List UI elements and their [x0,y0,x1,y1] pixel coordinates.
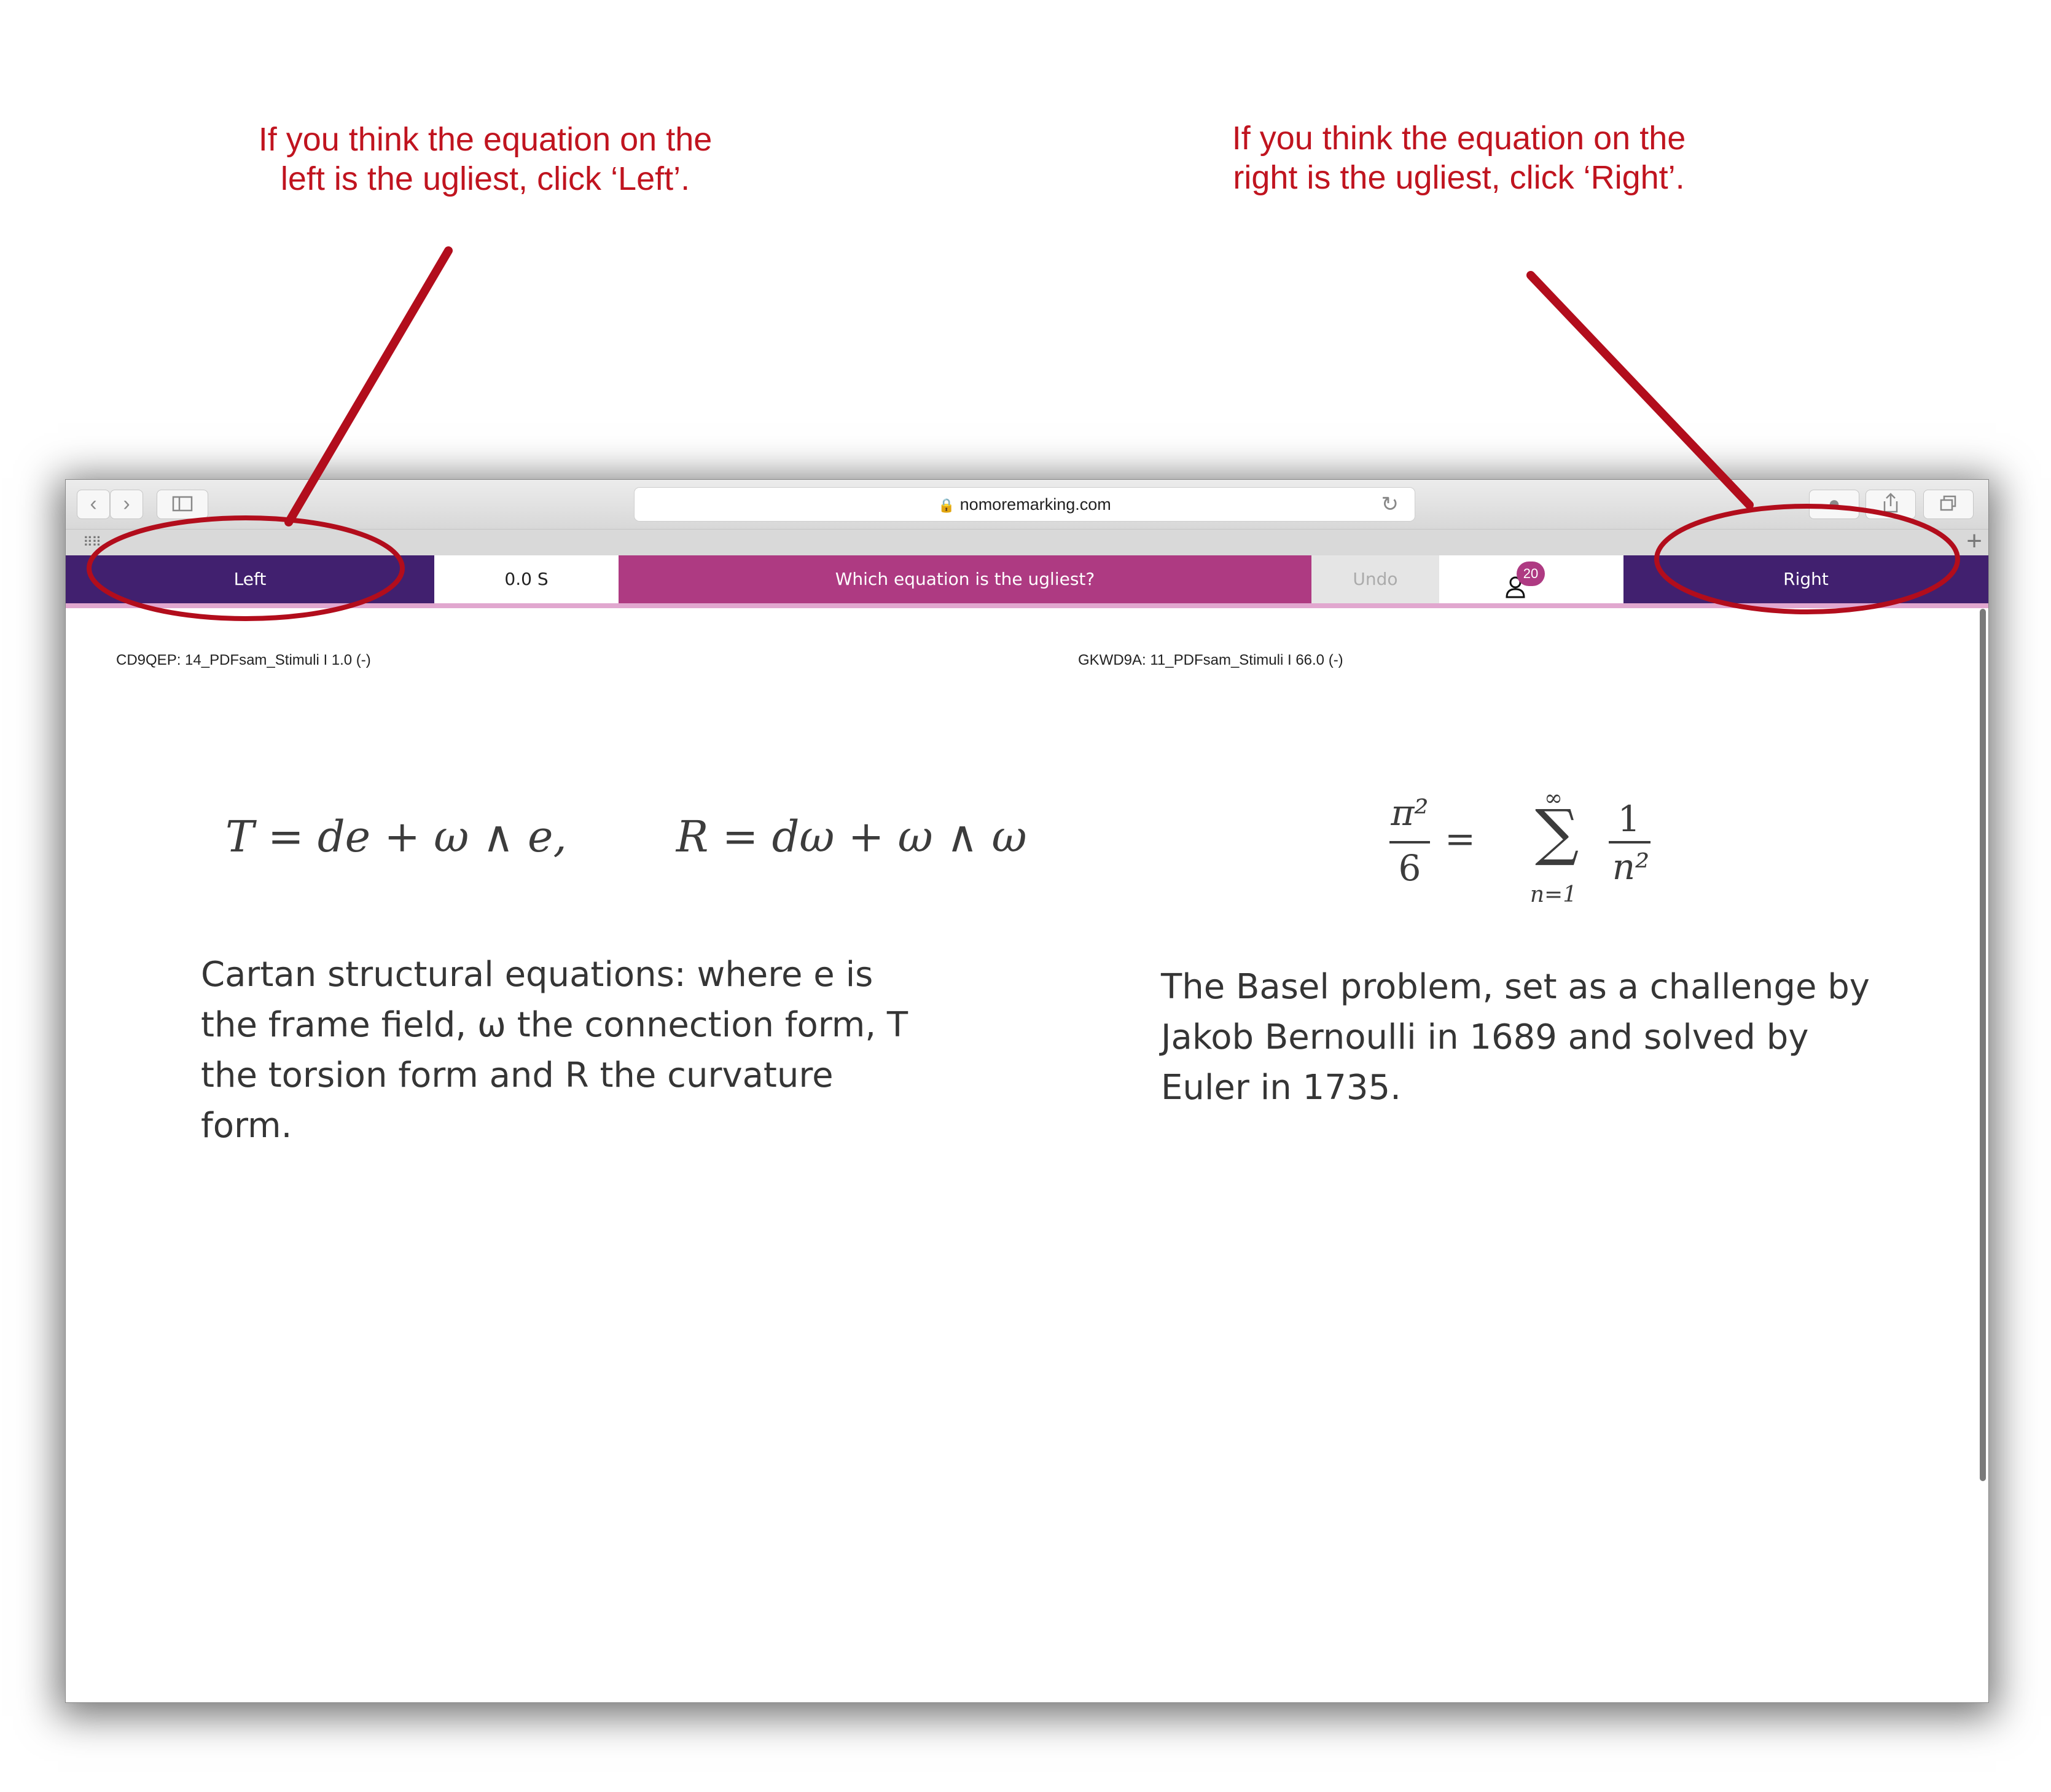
undo-button[interactable]: Undo [1311,555,1439,603]
right-description: The Basel problem, set as a challenge by… [1161,967,1870,1108]
lhs-denominator: 6 [1398,847,1421,889]
grid-icon[interactable]: ⠿⠿ [83,534,101,550]
rhs-numerator: 1 [1617,798,1641,840]
tabs-icon [1940,495,1956,511]
toolbar-underline [66,603,1988,608]
left-instruction-callout: If you think the equation on the left is… [258,121,713,197]
tabs-overview-button[interactable] [1923,490,1974,519]
share-icon [1883,493,1898,513]
lock-icon: 🔒 [938,498,955,513]
chevron-left-icon: ‹ [90,492,97,515]
back-button[interactable]: ‹ [77,490,110,519]
address-bar[interactable]: 🔒 nomoremarking.com ↻ [634,487,1415,522]
right-arrow-line [1526,271,1754,509]
left-equation: T = de + ω ∧ e, R = dω + ω ∧ ω [225,812,1027,862]
info-icon: ● [1827,492,1841,515]
scrollbar[interactable] [1980,609,1986,1481]
sum-symbol: ∑ [1535,796,1579,868]
tab-strip: ⠿⠿ + [66,526,1988,556]
rhs-fraction-bar [1609,841,1651,843]
browser-window: ‹ › 🔒 nomoremarking.com ↻ ● ⠿⠿ + Left 0.0… [65,479,1989,1703]
browser-toolbar: ‹ › 🔒 nomoremarking.com ↻ ● [66,480,1988,530]
reload-icon[interactable]: ↻ [1381,488,1399,521]
lhs-numerator: π² [1391,792,1429,834]
url-text: nomoremarking.com [959,495,1111,514]
new-tab-icon[interactable]: + [1966,526,1982,557]
right-instruction-callout: If you think the equation on the right i… [1232,120,1686,196]
forward-button[interactable]: › [110,490,143,519]
right-button[interactable]: Right [1623,555,1988,603]
rhs-denominator: n² [1612,846,1650,888]
question-title: Which equation is the ugliest? [619,555,1311,603]
left-description: Cartan structural equations: where e is … [201,955,908,1146]
lhs-fraction-bar [1389,841,1430,843]
comparison-toolbar: Left 0.0 S Which equation is the ugliest… [66,555,1988,603]
chevron-right-icon: › [123,492,130,515]
sidebar-icon [172,496,193,512]
left-item-meta: CD9QEP: 14_PDFsam_Stimuli I 1.0 (-) [116,652,371,668]
right-item-meta: GKWD9A: 11_PDFsam_Stimuli I 66.0 (-) [1078,652,1343,668]
notification-badge: 20 [1517,561,1545,586]
equals-sign: = [1444,818,1476,861]
timer: 0.0 S [434,555,619,603]
sum-lower-limit: n=1 [1529,882,1577,907]
share-button[interactable] [1865,490,1916,519]
left-button[interactable]: Left [66,555,434,603]
extension-button[interactable]: ● [1809,490,1859,519]
sidebar-toggle-button[interactable] [157,490,208,519]
